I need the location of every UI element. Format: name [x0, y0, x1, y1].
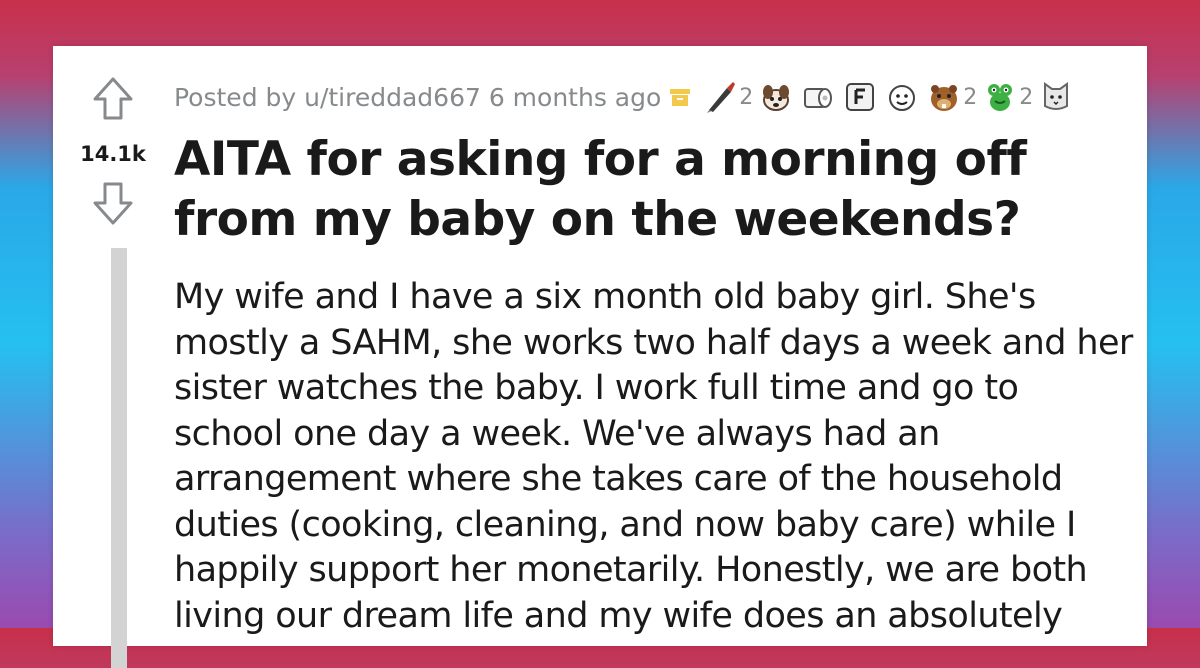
post-meta: Posted by u/tireddad667 6 months ago 2 2… — [174, 80, 1081, 114]
posted-by-text: Posted by u/tireddad667 6 months ago — [174, 82, 662, 112]
dog-award-icon — [763, 85, 790, 111]
archive-icon — [670, 89, 691, 106]
upvote-arrow-icon[interactable] — [91, 76, 135, 122]
post-body: My wife and I have a six month old baby … — [174, 277, 1133, 636]
award-cat[interactable] — [1039, 80, 1075, 114]
award-beaver[interactable]: 2 — [927, 80, 977, 114]
toilet-paper-award-icon — [804, 88, 833, 108]
beaver-award-icon — [931, 85, 958, 111]
award-face[interactable] — [885, 80, 921, 114]
award-toilet-paper[interactable] — [801, 80, 837, 114]
award-f-key[interactable] — [843, 80, 879, 114]
vote-column: 14.1k — [53, 46, 173, 668]
downvote-arrow-icon[interactable] — [91, 180, 135, 226]
award-pen[interactable]: 2 — [703, 80, 753, 114]
award-dog[interactable] — [759, 80, 795, 114]
f-key-award-icon — [846, 83, 875, 111]
vote-score: 14.1k — [80, 142, 146, 166]
pen-award-icon — [707, 82, 736, 113]
post-title[interactable]: AITA for asking for a morning off from m… — [174, 130, 1134, 250]
thread-line[interactable] — [111, 248, 127, 668]
post-card: 14.1k Posted by u/tireddad667 6 months a… — [53, 46, 1147, 668]
face-award-icon — [889, 85, 916, 111]
award-frog[interactable]: 2 — [983, 80, 1033, 114]
frog-award-icon — [988, 84, 1013, 111]
cat-award-icon — [1044, 82, 1069, 110]
